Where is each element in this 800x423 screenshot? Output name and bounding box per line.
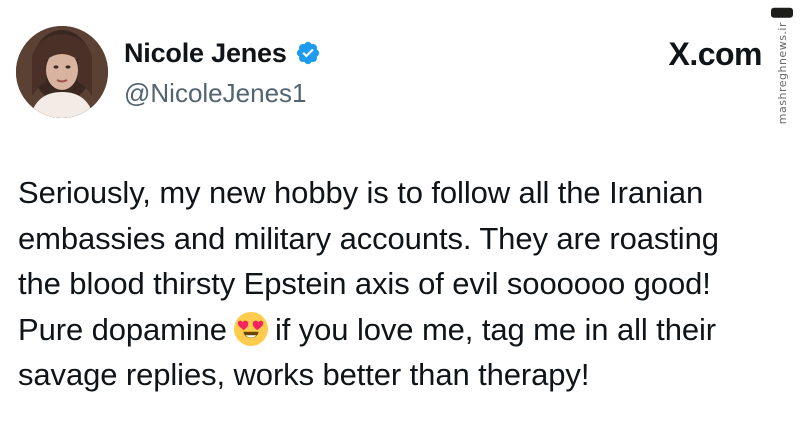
tweet-text: Seriously, my new hobby is to follow all…: [18, 170, 788, 398]
tweet-line: Seriously, my new hobby is to follow all…: [18, 175, 704, 210]
avatar[interactable]: [16, 26, 108, 118]
watermark: mashreghnews.ir: [768, 8, 796, 124]
tweet-line: savage replies, works better than therap…: [18, 357, 590, 392]
tweet-text-segment: Pure dopamine: [18, 311, 227, 347]
author-name-row: Nicole Jenes: [124, 38, 321, 68]
watermark-logo: [771, 8, 793, 18]
tweet-line-with-emoji: Pure dopamine if you love me, tag me in a…: [18, 307, 788, 353]
avatar-image: [16, 26, 108, 118]
user-handle[interactable]: @NicoleJenes1: [124, 78, 306, 108]
source-label: X.com: [668, 36, 762, 72]
tweet-card: Nicole Jenes @NicoleJenes1 X.com mashreg…: [0, 0, 800, 423]
heart-eyes-emoji-icon: [233, 311, 269, 347]
tweet-line: the blood thirsty Epstein axis of evil s…: [18, 266, 711, 301]
tweet-text-segment: if you love me, tag me in all their: [274, 311, 716, 347]
verified-badge-icon: [295, 40, 321, 66]
watermark-site: mashreghnews.ir: [775, 21, 789, 124]
tweet-line: embassies and military accounts. They ar…: [18, 220, 719, 256]
display-name[interactable]: Nicole Jenes: [124, 38, 287, 68]
